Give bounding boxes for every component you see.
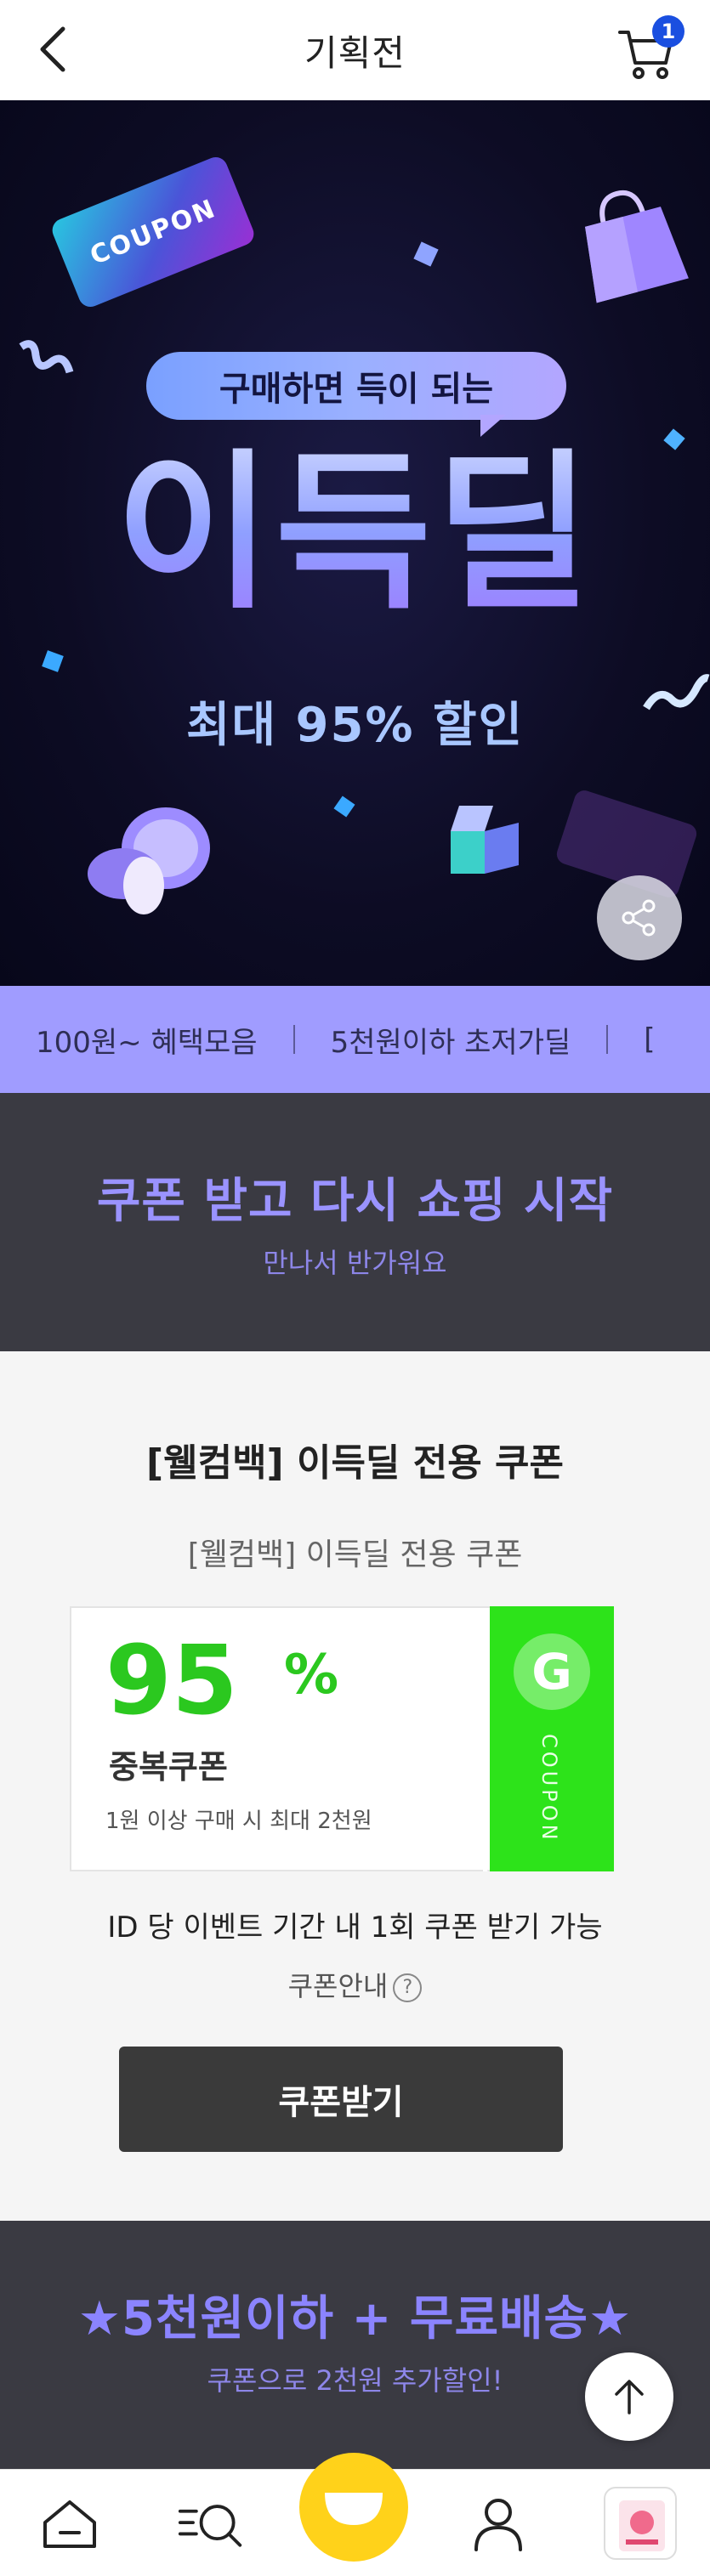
ribbon-decoration-icon bbox=[19, 340, 74, 374]
page-title: 기획전 bbox=[304, 31, 406, 74]
coupon-ticket-image: COUPON bbox=[48, 153, 258, 311]
coupon-percent: 95 bbox=[105, 1626, 238, 1736]
coupon-vertical-label: COUPON bbox=[537, 1734, 561, 1843]
category-item-5000won[interactable]: 5천원이하 초저가딜 bbox=[295, 1019, 607, 1061]
coupon-card-stub: G COUPON bbox=[483, 1606, 614, 1871]
smile-icon bbox=[325, 2493, 383, 2525]
coupon-card[interactable]: 95 % 중복쿠폰 1원 이상 구매 시 최대 2천원 G COUPON bbox=[70, 1606, 614, 1871]
hero-banner: COUPON 구매하면 득이 되는 이득딜 최대 95% 할인 bbox=[0, 100, 710, 986]
toy-block-image bbox=[451, 806, 519, 874]
question-icon: ? bbox=[393, 1973, 423, 2002]
hero-discount-text: 최대 95% 할인 bbox=[185, 698, 525, 753]
coupon-header-title: 쿠폰 받고 다시 쇼핑 시작 bbox=[96, 1174, 614, 1229]
coupon-limit-text: ID 당 이벤트 기간 내 1회 쿠폰 받기 가능 bbox=[107, 1911, 603, 1945]
share-icon bbox=[622, 899, 656, 937]
coupon-condition: 1원 이상 구매 시 최대 2천원 bbox=[105, 1809, 372, 1834]
divider bbox=[606, 1025, 609, 1054]
hero-main-title: 이득딜 bbox=[0, 440, 710, 627]
coupon-guide-link[interactable]: 쿠폰안내? bbox=[0, 1965, 710, 2004]
divider bbox=[293, 1025, 295, 1054]
tab-main-center[interactable] bbox=[299, 2453, 408, 2562]
coupon-title: [웰컴백] 이득딜 전용 쿠폰 bbox=[146, 1441, 564, 1485]
product-thumbnail-image bbox=[619, 2500, 665, 2551]
coupon-card-body: 95 % 중복쿠폰 1원 이상 구매 시 최대 2천원 bbox=[70, 1606, 491, 1871]
back-icon[interactable] bbox=[34, 25, 75, 73]
compact-mirror-image bbox=[88, 807, 210, 914]
cart-button[interactable]: 1 bbox=[616, 15, 684, 83]
share-button[interactable] bbox=[597, 875, 682, 960]
top-header: 기획전 1 bbox=[0, 0, 710, 100]
g-logo-icon: G bbox=[514, 1633, 590, 1710]
coupon-header-subtitle: 만나서 반가워요 bbox=[263, 1247, 447, 1279]
category-strip: 100원~ 혜택모음 5천원이하 초저가딜 [ bbox=[0, 986, 710, 1093]
delivery-header-title: ★5천원이하 + 무료배송★ bbox=[77, 2291, 633, 2347]
hero-subtitle: 구매하면 득이 되는 bbox=[146, 352, 566, 420]
perforation bbox=[483, 1606, 495, 1871]
tab-category-search[interactable] bbox=[177, 2490, 245, 2558]
confetti-decoration bbox=[333, 795, 355, 818]
coupon-kind: 중복쿠폰 bbox=[109, 1748, 228, 1786]
category-item-100won[interactable]: 100원~ 혜택모음 bbox=[0, 1019, 293, 1061]
bottom-tab-bar bbox=[0, 2453, 710, 2576]
home-icon bbox=[43, 2500, 96, 2548]
recent-product-thumbnail[interactable] bbox=[604, 2487, 677, 2560]
tab-my-page[interactable] bbox=[464, 2490, 532, 2558]
category-item-next[interactable]: [ bbox=[608, 1022, 690, 1056]
category-search-icon bbox=[178, 2505, 242, 2547]
shopping-bag-icon bbox=[585, 190, 689, 303]
coupon-section-header: 쿠폰 받고 다시 쇼핑 시작 만나서 반가워요 bbox=[0, 1093, 710, 1351]
coupon-section: [웰컴백] 이득딜 전용 쿠폰 [웰컴백] 이득딜 전용 쿠폰 95 % 중복쿠… bbox=[0, 1351, 710, 2221]
scroll-top-button[interactable] bbox=[585, 2352, 673, 2441]
coupon-guide-label: 쿠폰안내 bbox=[287, 1970, 389, 2002]
person-icon bbox=[474, 2499, 522, 2551]
cart-count-badge: 1 bbox=[652, 15, 684, 48]
coupon-subtitle: [웰컴백] 이득딜 전용 쿠폰 bbox=[187, 1537, 523, 1572]
arrow-up-icon bbox=[615, 2380, 644, 2415]
confetti-decoration bbox=[413, 241, 439, 267]
confetti-decoration bbox=[42, 650, 64, 672]
tab-home[interactable] bbox=[36, 2490, 104, 2558]
coupon-percent-sign: % bbox=[284, 1644, 339, 1707]
get-coupon-button[interactable]: 쿠폰받기 bbox=[119, 2047, 563, 2152]
